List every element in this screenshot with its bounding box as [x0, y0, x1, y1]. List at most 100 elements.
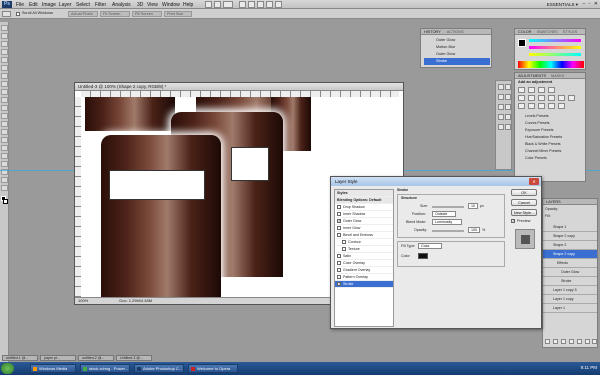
paragraph-panel-icon[interactable] [505, 94, 511, 100]
screen-mode-icon[interactable] [275, 1, 282, 8]
zoom-level[interactable]: 100% [78, 298, 88, 303]
history-item[interactable]: Outer Glow [424, 51, 490, 58]
character-panel-icon[interactable] [498, 94, 504, 100]
scroll-all-checkbox[interactable] [16, 12, 20, 16]
menu-view[interactable]: View [147, 2, 158, 8]
brush-tool-icon[interactable] [1, 81, 8, 87]
threshold-icon[interactable] [538, 103, 545, 109]
gradient-map-icon[interactable] [548, 103, 555, 109]
adjustment-preset-item[interactable]: Color Presets [517, 155, 547, 161]
minimized-doc[interactable]: paper pl... [40, 355, 76, 361]
adjustment-preset-item[interactable]: Hue/Saturation Presets [517, 134, 562, 140]
effect-checkbox[interactable] [342, 240, 346, 245]
blend-mode-select[interactable]: Luminosity [432, 219, 462, 225]
layers-tab[interactable]: LAYERS [543, 199, 597, 205]
clone-source-icon[interactable] [505, 84, 511, 90]
size-input[interactable]: 10 [468, 203, 478, 209]
type-tool-icon[interactable] [1, 145, 8, 151]
effect-checkbox[interactable] [342, 247, 346, 252]
stroke-color-swatch[interactable] [418, 253, 428, 259]
effect-checkbox[interactable] [337, 261, 341, 266]
rotate-view-icon[interactable] [257, 1, 264, 8]
effect-checkbox[interactable] [337, 254, 341, 259]
effect-item[interactable]: Satin [335, 253, 393, 260]
history-item-selected[interactable]: Stroke [424, 58, 490, 65]
b-slider[interactable] [529, 53, 581, 56]
histogram-icon[interactable] [498, 114, 504, 120]
hand-tool-icon[interactable] [239, 1, 246, 8]
layer-row[interactable]: Layer 1 copy [543, 295, 597, 304]
taskbar-item[interactable]: stock.xchng - Power... [80, 364, 130, 373]
layer-row[interactable]: Layer 1 [543, 304, 597, 313]
dodge-tool-icon[interactable] [1, 129, 8, 135]
color-tab[interactable]: COLOR [518, 30, 532, 34]
adjustment-preset-item[interactable]: Curves Presets [517, 120, 550, 126]
minimized-doc[interactable]: Untitled-3 @... [116, 355, 152, 361]
workspace-switcher[interactable]: ESSENTIALS ▾ [547, 2, 578, 8]
notes-icon[interactable] [505, 124, 511, 130]
history-item[interactable]: Motion Blur [424, 44, 490, 51]
color-balance-icon[interactable] [538, 95, 545, 101]
info-icon[interactable] [505, 104, 511, 110]
effect-item[interactable]: Color Overlay [335, 260, 393, 267]
menu-filter[interactable]: Filter [95, 2, 106, 8]
opacity-input[interactable]: 100 [468, 227, 480, 233]
levels-icon[interactable] [528, 87, 535, 93]
adjustment-preset-item[interactable]: Exposure Presets [517, 127, 553, 133]
curves-icon[interactable] [538, 87, 545, 93]
styles-tab[interactable]: STYLES [563, 30, 578, 34]
taskbar-item[interactable]: Welcome to Opera [188, 364, 238, 373]
layer-effect-row[interactable]: Stroke [543, 277, 597, 286]
menu-edit[interactable]: Edit [29, 2, 38, 8]
effect-item[interactable]: Gradient Overlay [335, 267, 393, 274]
start-button[interactable] [1, 363, 14, 374]
g-slider[interactable] [529, 46, 581, 49]
cancel-button[interactable]: Cancel [511, 199, 537, 206]
marquee-tool-icon[interactable] [1, 33, 8, 39]
history-brush-tool-icon[interactable] [1, 97, 8, 103]
preview-toggle[interactable]: Preview [511, 219, 531, 223]
new-style-button[interactable]: New Style... [511, 209, 537, 216]
effect-checkbox[interactable] [337, 282, 341, 287]
adjustments-tab[interactable]: ADJUSTMENTS [518, 74, 546, 78]
trash-icon[interactable] [592, 339, 597, 344]
effect-checkbox[interactable] [337, 205, 341, 210]
opacity-slider[interactable] [432, 230, 464, 232]
r-slider[interactable] [529, 39, 581, 42]
quick-select-tool-icon[interactable] [1, 49, 8, 55]
menu-select[interactable]: Select [76, 2, 90, 8]
menu-help[interactable]: Help [183, 2, 193, 8]
fit-screen-button[interactable]: Fit Screen [100, 11, 130, 17]
effect-item[interactable]: Drop Shadow [335, 204, 393, 211]
channel-mixer-icon[interactable] [568, 95, 575, 101]
effect-item[interactable]: Contour [335, 239, 393, 246]
layer-row[interactable]: Shape 2 [543, 241, 597, 250]
menu-analysis[interactable]: Analysis [112, 2, 131, 8]
minimized-doc[interactable]: untitled-2 @... [78, 355, 114, 361]
adjustment-preset-item[interactable]: Black & White Presets [517, 141, 561, 147]
paths-icon[interactable] [498, 124, 504, 130]
effect-item[interactable]: Pattern Overlay [335, 274, 393, 281]
new-layer-icon[interactable] [585, 339, 590, 344]
lasso-tool-icon[interactable] [1, 41, 8, 47]
print-size-button[interactable]: Print Size [164, 11, 192, 17]
taskbar-item[interactable]: Adobe Photoshop C... [134, 364, 184, 373]
brush-panel-icon[interactable] [498, 84, 504, 90]
menu-layer[interactable]: Layer [59, 2, 72, 8]
clock[interactable]: 9:11 PM [581, 365, 597, 370]
blending-options-item[interactable]: Blending Options: Default [335, 197, 393, 204]
hue-saturation-icon[interactable] [528, 95, 535, 101]
minimized-doc[interactable]: untitled-1 @... [2, 355, 38, 361]
taskbar-item[interactable]: Windows Media Player [30, 364, 76, 375]
ok-button[interactable]: OK [511, 189, 537, 196]
effect-checkbox[interactable] [337, 268, 341, 273]
exposure-icon[interactable] [548, 87, 555, 93]
hand-tool-icon[interactable] [1, 177, 8, 183]
effect-checkbox[interactable] [337, 226, 341, 231]
actual-pixels-button[interactable]: Actual Pixels [68, 11, 98, 17]
clone-stamp-tool-icon[interactable] [1, 89, 8, 95]
foreground-color-chip[interactable] [518, 39, 526, 47]
actions-tab[interactable]: ACTIONS [447, 30, 464, 34]
effect-checkbox[interactable] [337, 212, 341, 217]
photo-filter-icon[interactable] [558, 95, 565, 101]
